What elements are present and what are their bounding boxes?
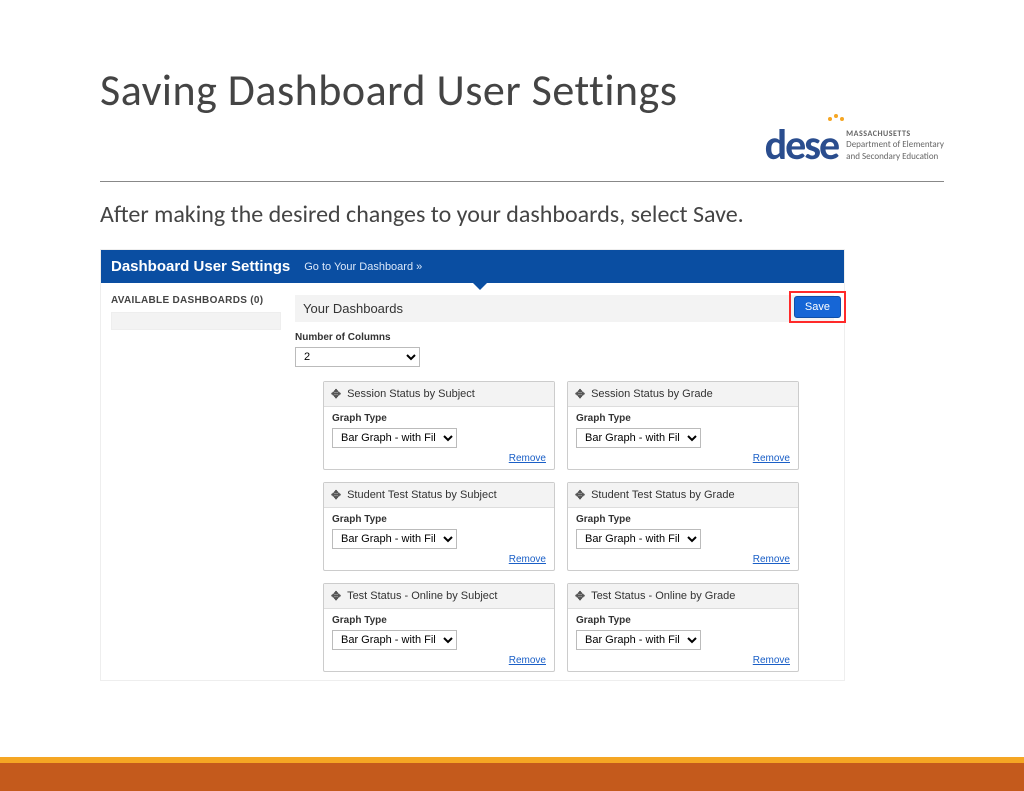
logo-word: dese — [765, 120, 839, 171]
logo-dots-icon — [828, 114, 844, 118]
graph-type-select[interactable]: Bar Graph - with Filter — [576, 630, 701, 650]
dashboard-card: ✥ Session Status by Subject Graph Type B… — [323, 381, 555, 470]
logo-text: MASSACHUSETTS Department of Elementary a… — [846, 129, 944, 163]
dashboard-card: ✥ Student Test Status by Subject Graph T… — [323, 482, 555, 571]
dashboard-card: ✥ Test Status - Online by Grade Graph Ty… — [567, 583, 799, 672]
dese-logo: dese MASSACHUSETTS Department of Element… — [765, 120, 944, 171]
card-title: Session Status by Grade — [591, 388, 713, 400]
graph-type-select[interactable]: Bar Graph - with Filter — [576, 529, 701, 549]
move-icon[interactable]: ✥ — [575, 488, 585, 502]
remove-link[interactable]: Remove — [509, 453, 546, 464]
app-header-title: Dashboard User Settings — [111, 258, 290, 275]
graph-type-select[interactable]: Bar Graph - with Filter — [332, 428, 457, 448]
save-highlight-box: Save — [789, 291, 846, 323]
caret-down-icon — [471, 281, 489, 290]
dashboard-card: ✥ Student Test Status by Grade Graph Typ… — [567, 482, 799, 571]
graph-type-select[interactable]: Bar Graph - with Filter — [332, 630, 457, 650]
num-cols-label: Number of Columns — [295, 332, 834, 343]
graph-type-label: Graph Type — [576, 514, 790, 525]
page-subtitle: After making the desired changes to your… — [100, 200, 944, 229]
card-title: Test Status - Online by Grade — [591, 590, 735, 602]
remove-link[interactable]: Remove — [509, 655, 546, 666]
remove-link[interactable]: Remove — [753, 453, 790, 464]
graph-type-label: Graph Type — [332, 514, 546, 525]
remove-link[interactable]: Remove — [753, 655, 790, 666]
slide-footer-bar — [0, 757, 1024, 791]
move-icon[interactable]: ✥ — [575, 387, 585, 401]
graph-type-label: Graph Type — [576, 413, 790, 424]
available-dashboards-list — [111, 312, 281, 330]
graph-type-label: Graph Type — [576, 615, 790, 626]
app-header: Dashboard User Settings Go to Your Dashb… — [101, 250, 844, 283]
save-button[interactable]: Save — [794, 296, 841, 318]
remove-link[interactable]: Remove — [509, 554, 546, 565]
move-icon[interactable]: ✥ — [575, 589, 585, 603]
dashboard-cards-grid: ✥ Session Status by Subject Graph Type B… — [323, 381, 803, 672]
dashboard-settings-app: Dashboard User Settings Go to Your Dashb… — [100, 249, 845, 681]
move-icon[interactable]: ✥ — [331, 488, 341, 502]
graph-type-select[interactable]: Bar Graph - with Filter — [332, 529, 457, 549]
available-dashboards-label: AVAILABLE DASHBOARDS (0) — [111, 295, 281, 306]
your-dashboards-bar: Your Dashboards Save — [295, 295, 834, 322]
graph-type-select[interactable]: Bar Graph - with Filter — [576, 428, 701, 448]
move-icon[interactable]: ✥ — [331, 589, 341, 603]
graph-type-label: Graph Type — [332, 413, 546, 424]
graph-type-label: Graph Type — [332, 615, 546, 626]
card-title: Student Test Status by Subject — [347, 489, 497, 501]
dashboard-card: ✥ Test Status - Online by Subject Graph … — [323, 583, 555, 672]
page-title: Saving Dashboard User Settings — [100, 65, 677, 116]
card-title: Student Test Status by Grade — [591, 489, 735, 501]
card-title: Session Status by Subject — [347, 388, 475, 400]
your-dashboards-label: Your Dashboards — [303, 301, 403, 316]
move-icon[interactable]: ✥ — [331, 387, 341, 401]
card-title: Test Status - Online by Subject — [347, 590, 497, 602]
dashboard-card: ✥ Session Status by Grade Graph Type Bar… — [567, 381, 799, 470]
num-cols-select[interactable]: 2 — [295, 347, 420, 367]
remove-link[interactable]: Remove — [753, 554, 790, 565]
go-to-dashboard-link[interactable]: Go to Your Dashboard » — [304, 261, 422, 273]
